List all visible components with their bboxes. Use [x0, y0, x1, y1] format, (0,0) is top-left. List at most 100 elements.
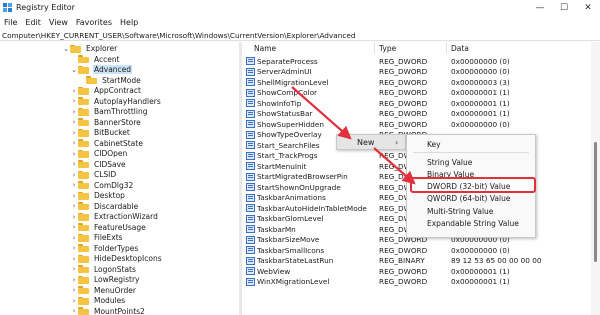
menu-edit[interactable]: Edit [21, 18, 45, 27]
scrollbar-thumb[interactable] [594, 142, 597, 262]
menu-file[interactable]: File [0, 18, 21, 27]
value-row[interactable]: ShowInfoTip REG_DWORD 0x00000001 (1) [242, 98, 600, 109]
menu-help[interactable]: Help [116, 18, 142, 27]
chevron-right-icon[interactable]: › [70, 108, 78, 116]
chevron-down-icon[interactable]: ⌄ [70, 66, 78, 74]
tree-item[interactable]: › HideDesktopIcons [70, 253, 163, 264]
chevron-right-icon[interactable]: › [70, 276, 78, 284]
close-button[interactable]: ✕ [576, 0, 600, 16]
tree-item[interactable]: Accent [70, 54, 121, 65]
value-row[interactable]: ServerAdminUI REG_DWORD 0x00000000 (0) [242, 67, 600, 78]
value-name: TaskbarStateLastRun [257, 256, 334, 266]
tree-item[interactable]: › CIDSave [70, 159, 127, 170]
tree-item[interactable]: › CabinetState [70, 138, 144, 149]
submenu-item[interactable]: String Value [407, 156, 535, 168]
chevron-right-icon[interactable]: › [70, 213, 78, 221]
tree-item[interactable]: › FeatureUsage [70, 222, 147, 233]
tree-item[interactable]: › CIDOpen [70, 148, 128, 159]
column-divider[interactable] [374, 42, 375, 54]
submenu-item[interactable]: Expandable String Value [407, 217, 535, 229]
registry-value-icon [246, 225, 255, 234]
chevron-right-icon[interactable]: › [70, 223, 78, 231]
tree-item[interactable]: ⌄ Explorer [62, 43, 118, 54]
column-header-data[interactable]: Data [451, 42, 591, 54]
value-data: 0x00000001 (1) [451, 88, 510, 98]
tree-item[interactable]: › Discardable [70, 201, 139, 212]
address-bar[interactable]: Computer\HKEY_CURRENT_USER\Software\Micr… [0, 30, 600, 41]
value-row[interactable]: SeparateProcess REG_DWORD 0x00000000 (0) [242, 56, 600, 67]
maximize-button[interactable]: ☐ [552, 0, 576, 16]
tree-item[interactable]: › MountPoints2 [70, 306, 146, 315]
tree-item[interactable]: › AutoplayHandlers [70, 96, 162, 107]
chevron-right-icon[interactable]: › [70, 307, 78, 315]
value-row[interactable]: ShowCompColor REG_DWORD 0x00000001 (1) [242, 88, 600, 99]
context-menu-new[interactable]: New › [337, 135, 405, 149]
tree-item[interactable]: › FileExts [70, 232, 124, 243]
chevron-right-icon[interactable]: › [70, 160, 78, 168]
tree-item[interactable]: › FolderTypes [70, 243, 139, 254]
tree-item[interactable]: › ExtractionWizard [70, 211, 159, 222]
tree-item[interactable]: › AppContract [70, 85, 142, 96]
key-tree[interactable]: ⌄ Explorer Accent ⌄ Advanced StartMode › AppCon… [0, 42, 239, 315]
tree-item[interactable]: › LogonStats [70, 264, 137, 275]
tree-item[interactable]: › CLSID [70, 169, 117, 180]
tree-item[interactable]: › LowRegistry [70, 274, 140, 285]
value-row[interactable]: ShowSuperHidden REG_DWORD 0x00000000 (0) [242, 119, 600, 130]
submenu-item[interactable]: Key [407, 138, 535, 150]
tree-item[interactable]: › ComDlg32 [70, 180, 134, 191]
chevron-right-icon[interactable]: › [70, 255, 78, 263]
tree-item[interactable]: StartMode [78, 75, 142, 86]
chevron-right-icon[interactable]: › [70, 192, 78, 200]
chevron-right-icon[interactable]: › [70, 129, 78, 137]
tree-item[interactable]: › MenuOrder [70, 285, 137, 296]
minimize-button[interactable]: — [528, 0, 552, 16]
chevron-right-icon[interactable]: › [70, 286, 78, 294]
chevron-down-icon[interactable]: ⌄ [62, 45, 70, 53]
value-name: ShowCompColor [257, 88, 318, 98]
column-header-type[interactable]: Type [379, 42, 449, 54]
value-type: REG_DWORD [379, 88, 428, 98]
chevron-right-icon[interactable]: › [70, 244, 78, 252]
chevron-right-icon[interactable]: › [70, 265, 78, 273]
chevron-right-icon[interactable]: › [70, 171, 78, 179]
chevron-right-icon[interactable]: › [70, 234, 78, 242]
menu-view[interactable]: View [45, 18, 72, 27]
value-row[interactable]: TaskbarSmallIcons REG_DWORD 0x00000000 (0) [242, 245, 600, 256]
value-row[interactable]: WebView REG_DWORD 0x00000001 (1) [242, 266, 600, 277]
registry-value-icon [246, 277, 255, 286]
chevron-right-icon[interactable]: › [70, 87, 78, 95]
registry-value-icon [246, 267, 255, 276]
chevron-right-icon[interactable]: › [70, 202, 78, 210]
tree-item[interactable]: › BitBucket [70, 127, 131, 138]
value-row[interactable]: TaskbarStateLastRun REG_BINARY 89 12 53 65… [242, 256, 600, 267]
submenu-item[interactable]: Multi-String Value [407, 205, 535, 217]
value-row[interactable]: WinXMigrationLevel REG_DWORD 0x00000001 (1… [242, 277, 600, 288]
vertical-scrollbar[interactable] [591, 42, 600, 315]
tree-item[interactable]: › Modules [70, 295, 126, 306]
column-divider[interactable] [446, 42, 447, 54]
tree-item-label: AppContract [94, 86, 141, 95]
chevron-right-icon[interactable]: › [70, 150, 78, 158]
folder-icon [86, 76, 97, 84]
column-header-name[interactable]: Name [254, 42, 374, 54]
folder-icon [78, 97, 89, 105]
tree-item-label: Accent [94, 54, 120, 64]
menu-favorites[interactable]: Favorites [72, 18, 116, 27]
tree-item[interactable]: › Desktop [70, 190, 126, 201]
tree-item[interactable]: ⌄ Advanced [70, 64, 133, 75]
tree-item-label: MenuOrder [94, 285, 136, 295]
chevron-right-icon[interactable]: › [70, 181, 78, 189]
value-row[interactable]: ShowStatusBar REG_DWORD 0x00000001 (1) [242, 109, 600, 120]
chevron-right-icon[interactable]: › [70, 139, 78, 147]
folder-icon [78, 202, 89, 210]
chevron-right-icon[interactable]: › [70, 297, 78, 305]
value-data: 0x00000000 (0) [451, 56, 510, 66]
chevron-right-icon[interactable]: › [70, 97, 78, 105]
value-row[interactable]: ShellMigrationLevel REG_DWORD 0x00000003 (… [242, 77, 600, 88]
chevron-right-icon[interactable]: › [70, 118, 78, 126]
tree-item-label: Modules [94, 296, 126, 305]
address-path[interactable]: Computer\HKEY_CURRENT_USER\Software\Micr… [2, 31, 355, 40]
tree-item[interactable]: › BannerStore [70, 117, 142, 128]
tree-item[interactable]: › BamThrottling [70, 106, 148, 117]
submenu-item[interactable]: QWORD (64-bit) Value [407, 193, 535, 205]
